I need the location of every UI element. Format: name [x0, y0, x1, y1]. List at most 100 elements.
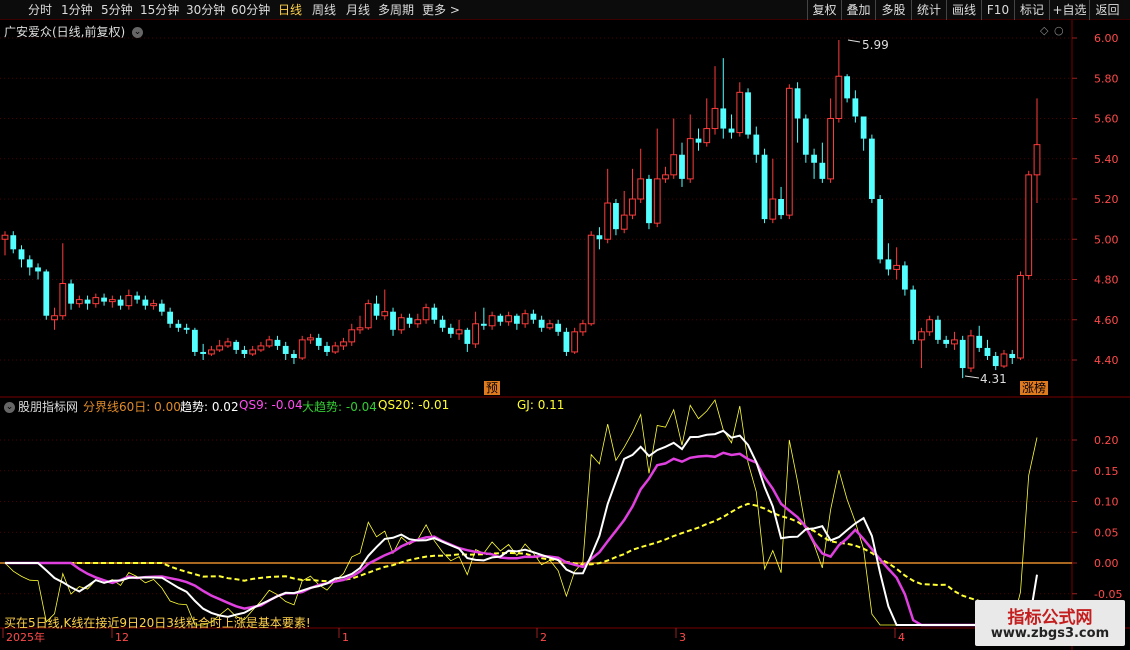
tab-timeshare[interactable]: 分时 — [28, 2, 52, 18]
chevron-down-icon[interactable]: ⌄ — [4, 402, 15, 413]
high-pointer — [847, 39, 861, 43]
candle-body-up — [1025, 174, 1033, 276]
candle-body-down — [373, 303, 380, 316]
candle-body-down — [406, 317, 413, 324]
candle-body-down — [596, 235, 603, 240]
tab-daily[interactable]: 日线 — [278, 2, 302, 18]
candle-body-up — [472, 323, 479, 345]
candle-body-down — [35, 267, 41, 272]
candle-body-down — [802, 118, 809, 155]
candle-body-up — [265, 339, 273, 347]
candle-body-down — [728, 128, 735, 133]
candle-body-up — [455, 329, 463, 335]
tab-15min[interactable]: 15分钟 — [140, 2, 179, 18]
limit-up-marker[interactable]: 涨榜 — [1020, 381, 1049, 395]
diamond-icon[interactable]: ◇ — [1040, 24, 1048, 37]
tab-monthly[interactable]: 月线 — [346, 2, 370, 18]
candle-body-up — [150, 303, 157, 307]
candle-body-down — [43, 271, 50, 316]
chevron-down-icon[interactable]: ⌄ — [132, 27, 144, 38]
candle-body-up — [637, 178, 645, 200]
strategy-note: 买在5日线,K线在接近9日20日3线粘合时上涨是基本要素! — [4, 616, 311, 630]
candle-body-down — [158, 303, 165, 312]
price-tick-label: 5.20 — [1094, 193, 1119, 206]
candle-body-up — [662, 174, 669, 180]
tab-1min[interactable]: 1分钟 — [61, 2, 93, 18]
candle-body-up — [414, 319, 422, 325]
candle-body-down — [902, 265, 908, 290]
tab-more[interactable]: 更多 > — [422, 2, 460, 18]
candle-body-down — [646, 178, 652, 224]
candle-body-up — [505, 315, 513, 323]
candle-body-down — [910, 289, 917, 340]
legend-qs9: QS9: -0.04 — [239, 398, 303, 412]
candle-body-down — [745, 92, 751, 135]
candle-body-down — [885, 259, 892, 270]
f10-button[interactable]: F10 — [981, 0, 1014, 20]
price-tick-label: 4.60 — [1094, 314, 1119, 327]
candle-body-down — [68, 283, 74, 304]
candle-body-up — [257, 345, 265, 351]
adjust-button[interactable]: 复权 — [807, 0, 841, 20]
tab-multi-period[interactable]: 多周期 — [378, 2, 414, 18]
candle-body-up — [364, 303, 372, 329]
candle-body-down — [480, 323, 487, 326]
candle-body-up — [587, 234, 595, 325]
candle-body-down — [291, 353, 297, 358]
candle-body-down — [191, 329, 198, 352]
tab-5min[interactable]: 5分钟 — [101, 2, 133, 18]
candle-body-down — [439, 319, 446, 328]
indicator-tick-label: 0.10 — [1094, 496, 1119, 509]
circle-icon[interactable]: ○ — [1054, 24, 1064, 37]
candle-body-down — [183, 327, 190, 330]
draw-line-button[interactable]: 画线 — [946, 0, 981, 20]
forecast-marker[interactable]: 预 — [484, 381, 501, 395]
legend-qs20: QS20: -0.01 — [378, 398, 450, 412]
tab-60min[interactable]: 60分钟 — [231, 2, 270, 18]
statistics-button[interactable]: 统计 — [911, 0, 946, 20]
candle-body-down — [563, 331, 570, 352]
price-tick-label: 4.40 — [1094, 354, 1119, 367]
indicator-tick-label: -0.05 — [1094, 588, 1122, 601]
candle-body-up — [75, 299, 83, 305]
price-tick-label: 6.00 — [1094, 32, 1119, 45]
candle-body-up — [893, 264, 901, 270]
candle-body-down — [84, 299, 91, 304]
candle-body-up — [918, 331, 925, 341]
candle-body-down — [315, 337, 322, 346]
candle-body-up — [298, 339, 306, 359]
candle-body-down — [167, 311, 174, 324]
legend-gj: GJ: 0.11 — [517, 398, 565, 412]
back-button[interactable]: 返回 — [1089, 0, 1125, 20]
multi-stock-button[interactable]: 多股 — [875, 0, 911, 20]
add-watchlist-button[interactable]: +自选 — [1049, 0, 1089, 20]
candle-body-down — [134, 295, 140, 300]
tab-30min[interactable]: 30分钟 — [186, 2, 225, 18]
qs20-line — [5, 502, 1037, 626]
candle-body-down — [10, 235, 17, 250]
mark-button[interactable]: 标记 — [1014, 0, 1049, 20]
period-toolbar: 分时 1分钟 5分钟 15分钟 30分钟 60分钟 日线 周线 月线 多周期 更… — [0, 0, 1130, 20]
time-tick-label: 2025年 — [6, 630, 45, 644]
candle-body-up — [422, 307, 430, 321]
candle-body-down — [497, 315, 504, 322]
stock-chart[interactable]: 6.00 5.80 5.60 5.40 5.20 5.00 4.80 4.60 4.40 0.20… — [0, 20, 1130, 650]
price-tick-label: 5.60 — [1094, 113, 1119, 126]
candle-body-down — [860, 116, 867, 139]
candle-body-down — [613, 203, 619, 230]
overlay-button[interactable]: 叠加 — [841, 0, 875, 20]
candle-body-up — [686, 138, 694, 180]
tab-weekly[interactable]: 周线 — [312, 2, 336, 18]
candle-body-up — [579, 323, 587, 333]
high-price-label: 5.99 — [862, 38, 889, 52]
candlesticks — [1, 40, 1041, 379]
legend-big-trend: 大趋势: -0.04 — [302, 400, 377, 414]
indicator-tick-label: 0.05 — [1094, 526, 1119, 539]
candle-body-down — [447, 327, 454, 334]
candle-body-down — [794, 88, 801, 119]
candle-body-up — [835, 75, 843, 119]
candle-body-up — [1033, 144, 1041, 176]
candle-body-down — [324, 345, 330, 352]
candle-body-up — [926, 319, 934, 333]
indicator-lines — [0, 399, 1072, 627]
